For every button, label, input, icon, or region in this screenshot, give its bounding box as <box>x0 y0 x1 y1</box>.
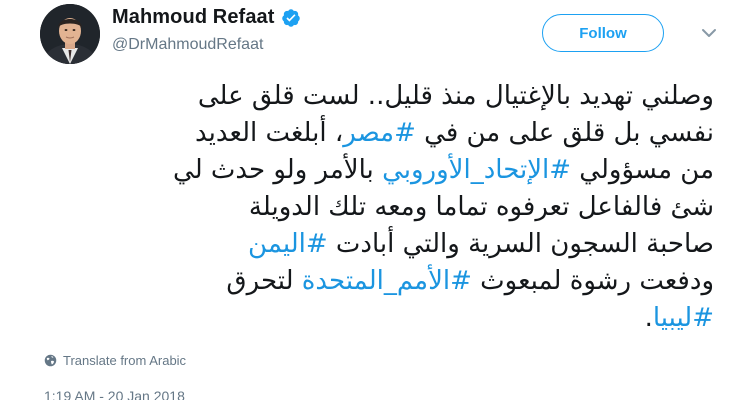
tweet-line: #ليبيا. <box>110 300 714 337</box>
tweet-line: صاحبة السجون السرية والتي أبادت #اليمن <box>110 226 714 263</box>
tweet-text-segment: لتحرق <box>226 266 302 296</box>
tweet-line: نفسي بل قلق على من في #مصر، أبلغت العديد <box>110 115 714 152</box>
hashtag-link-libya[interactable]: #ليبيا <box>653 303 714 333</box>
author-handle[interactable]: @DrMahmoudRefaat <box>112 36 263 54</box>
follow-button[interactable]: Follow <box>542 14 664 52</box>
translate-label: Translate from Arabic <box>63 353 187 368</box>
tweet-text-segment: ودفعت رشوة لمبعوث <box>471 266 714 296</box>
tweet-text-segment: شئ فالفاعل تعرفوه تماما ومعه تلك الدويلة <box>248 192 714 222</box>
author-display-name[interactable]: Mahmoud Refaat <box>112 6 275 29</box>
tweet-line: شئ فالفاعل تعرفوه تماما ومعه تلك الدويلة <box>110 189 714 226</box>
author-name-row: Mahmoud Refaat <box>112 6 301 29</box>
tweet-text-segment: . <box>644 303 653 333</box>
tweet-text-segment: من مسؤولي <box>571 155 714 185</box>
tweet-text-segment: بالأمر ولو حدث لي <box>173 155 383 185</box>
hashtag-link-yemen[interactable]: #اليمن <box>248 229 328 259</box>
avatar[interactable] <box>40 4 100 64</box>
tweet-text-segment: صاحبة السجون السرية والتي أبادت <box>327 229 714 259</box>
hashtag-link-european-union[interactable]: #الإتحاد_الأوروبي <box>382 155 571 185</box>
hashtag-link-egypt[interactable]: #مصر <box>343 118 416 148</box>
tweet-text-segment: ، أبلغت العديد <box>195 118 344 148</box>
avatar-image <box>40 4 100 64</box>
translate-button[interactable]: Translate from Arabic <box>44 353 186 368</box>
tweet-line: وصلني تهديد بالإغتيال منذ قليل.. لست قلق… <box>110 78 714 115</box>
chevron-down-icon[interactable] <box>700 24 718 42</box>
tweet-line: من مسؤولي #الإتحاد_الأوروبي بالأمر ولو ح… <box>110 152 714 189</box>
globe-icon <box>44 354 57 367</box>
tweet-card: Mahmoud Refaat @DrMahmoudRefaat Follow و… <box>0 0 750 400</box>
tweet-text-segment: نفسي بل قلق على من في <box>415 118 714 148</box>
hashtag-link-united-nations[interactable]: #الأمم_المتحدة <box>302 266 472 296</box>
tweet-timestamp[interactable]: 1:19 AM - 20 Jan 2018 <box>44 388 185 400</box>
tweet-text-segment: وصلني تهديد بالإغتيال منذ قليل.. لست قلق… <box>197 81 714 111</box>
tweet-line: ودفعت رشوة لمبعوث #الأمم_المتحدة لتحرق <box>110 263 714 300</box>
tweet-text: وصلني تهديد بالإغتيال منذ قليل.. لست قلق… <box>110 78 714 337</box>
verified-badge-icon <box>281 8 301 28</box>
